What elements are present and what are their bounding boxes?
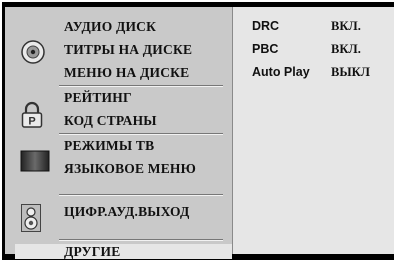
divider <box>59 239 223 241</box>
divider <box>59 194 223 196</box>
menu-item-rating[interactable]: РЕЙТИНГ <box>64 90 132 106</box>
setting-autoplay-value[interactable]: ВЫКЛ <box>331 65 370 80</box>
speaker-icon <box>20 203 42 238</box>
disc-icon <box>20 39 46 70</box>
menu-panel: АУДИО ДИСК ТИТРЫ НА ДИСКЕ МЕНЮ НА ДИСКЕ … <box>5 7 233 259</box>
menu-item-disc-menu[interactable]: МЕНЮ НА ДИСКЕ <box>64 65 189 81</box>
divider <box>59 85 223 87</box>
menu-item-tv-modes[interactable]: РЕЖИМЫ ТВ <box>64 138 154 154</box>
menu-item-country-code[interactable]: КОД СТРАНЫ <box>64 113 157 129</box>
menu-item-digital-audio-out[interactable]: ЦИФР.АУД.ВЫХОД <box>64 204 190 220</box>
menu-item-language-menu[interactable]: ЯЗЫКОВОЕ МЕНЮ <box>64 161 196 177</box>
setting-drc-value[interactable]: ВКЛ. <box>331 19 361 34</box>
setting-autoplay-label: Auto Play <box>252 65 310 79</box>
menu-item-others-label: ДРУГИЕ <box>64 244 121 259</box>
menu-item-others-selected[interactable]: ДРУГИЕ <box>15 244 232 259</box>
setting-drc-label: DRC <box>252 19 280 33</box>
setup-menu-screen: АУДИО ДИСК ТИТРЫ НА ДИСКЕ МЕНЮ НА ДИСКЕ … <box>2 2 394 260</box>
settings-panel: DRC ВКЛ. PBC ВКЛ. Auto Play ВЫКЛ <box>233 7 394 254</box>
divider <box>59 133 223 135</box>
setting-pbc-label: PBC <box>252 42 279 56</box>
setting-pbc-value[interactable]: ВКЛ. <box>331 42 361 57</box>
padlock-icon: P <box>20 101 44 134</box>
svg-text:P: P <box>28 116 35 128</box>
menu-item-disc-subtitles[interactable]: ТИТРЫ НА ДИСКЕ <box>64 42 192 58</box>
menu-item-audio-disc[interactable]: АУДИО ДИСК <box>64 19 156 35</box>
tv-screen-icon <box>20 150 50 177</box>
